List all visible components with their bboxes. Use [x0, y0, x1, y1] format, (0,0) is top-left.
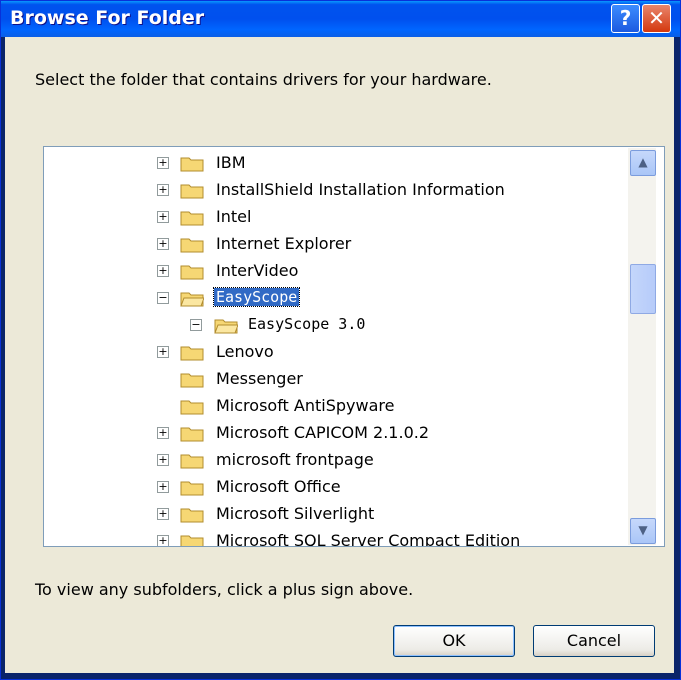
- folder-icon: [180, 481, 204, 496]
- folder-icon: [180, 184, 204, 199]
- tree-item-label: Lenovo: [216, 342, 274, 361]
- tree-item-label: IBM: [216, 153, 246, 172]
- scroll-thumb[interactable]: [630, 264, 656, 314]
- close-button[interactable]: ✕: [642, 4, 671, 33]
- expand-icon[interactable]: +: [157, 535, 169, 546]
- tree-item-label: Microsoft Office: [216, 477, 341, 496]
- tree-item-label: Microsoft Silverlight: [216, 504, 375, 523]
- vertical-scrollbar[interactable]: [628, 148, 656, 545]
- tree-item-label: Microsoft AntiSpyware: [216, 396, 395, 415]
- folder-icon: [180, 427, 204, 442]
- collapse-icon[interactable]: −: [157, 292, 169, 304]
- tree-item-label: InterVideo: [216, 261, 299, 280]
- collapse-icon[interactable]: −: [190, 319, 202, 331]
- folder-icon: [180, 454, 204, 469]
- folder-icon: [180, 508, 204, 523]
- folder-icon: [180, 400, 204, 415]
- ok-button[interactable]: OK: [393, 625, 515, 657]
- expand-icon[interactable]: +: [157, 157, 169, 169]
- tree-item-label: Internet Explorer: [216, 234, 352, 253]
- expand-icon[interactable]: +: [157, 211, 169, 223]
- folder-icon: [180, 157, 204, 172]
- tree-item-label: Microsoft CAPICOM 2.1.0.2: [216, 423, 430, 442]
- expand-icon[interactable]: +: [157, 238, 169, 250]
- expand-icon[interactable]: +: [157, 481, 169, 493]
- expand-icon[interactable]: +: [157, 346, 169, 358]
- open-folder-icon: [214, 319, 238, 334]
- tree-item-label: Messenger: [216, 369, 303, 388]
- expand-icon[interactable]: +: [157, 265, 169, 277]
- help-button[interactable]: ?: [611, 4, 640, 33]
- folder-icon: [180, 373, 204, 388]
- folder-icon: [180, 346, 204, 361]
- expand-icon[interactable]: +: [157, 508, 169, 520]
- prompt-text: Select the folder that contains drivers …: [35, 70, 492, 89]
- scroll-down-button[interactable]: ▼: [630, 518, 656, 544]
- tree-item-label: EasyScope 3.0: [248, 315, 366, 333]
- folder-icon: [180, 265, 204, 280]
- scroll-up-button[interactable]: ▲: [630, 150, 656, 176]
- tree-item-label-selected: EasyScope: [212, 287, 301, 307]
- tree-item-label: microsoft frontpage: [216, 450, 374, 469]
- folder-icon: [180, 238, 204, 253]
- dialog-title: Browse For Folder: [10, 7, 205, 29]
- folder-icon: [180, 211, 204, 226]
- tree-item-label: InstallShield Installation Information: [216, 180, 505, 199]
- expand-icon[interactable]: +: [157, 427, 169, 439]
- folder-tree[interactable]: + IBM + InstallShield Installation Infor…: [43, 146, 665, 547]
- hint-text: To view any subfolders, click a plus sig…: [35, 580, 414, 599]
- cancel-button[interactable]: Cancel: [533, 625, 655, 657]
- tree-item-label: Intel: [216, 207, 252, 226]
- folder-icon: [180, 535, 204, 546]
- title-bar[interactable]: Browse For Folder ? ✕: [1, 1, 680, 37]
- expand-icon[interactable]: +: [157, 454, 169, 466]
- expand-icon[interactable]: +: [157, 184, 169, 196]
- tree-item-label: Microsoft SQL Server Compact Edition: [216, 531, 521, 547]
- open-folder-icon: [180, 292, 204, 307]
